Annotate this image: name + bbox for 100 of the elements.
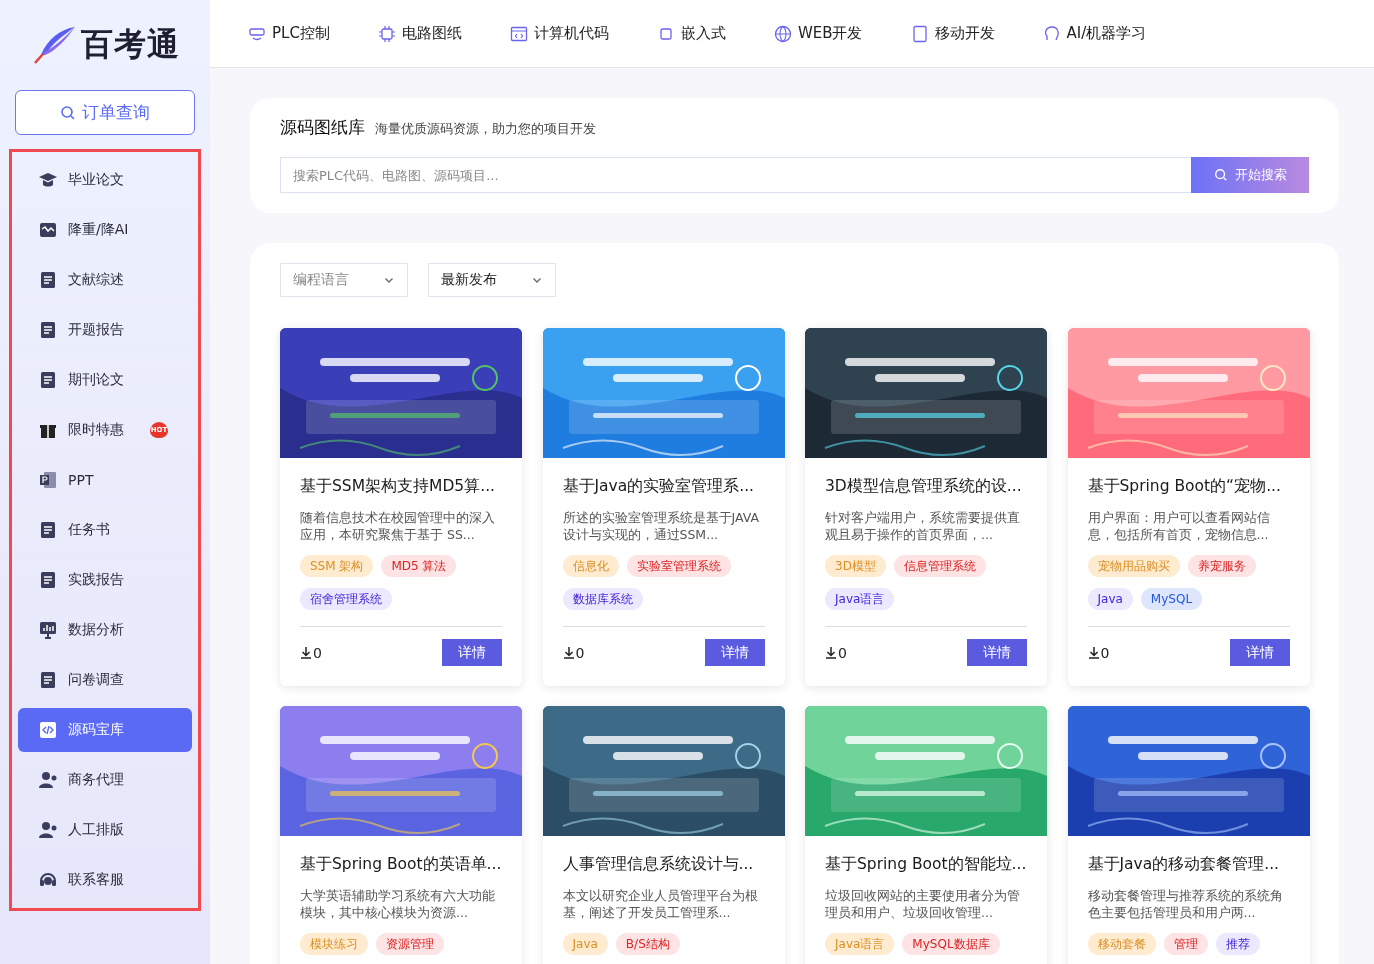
category-icon: [377, 24, 396, 43]
logo-text: 百考通: [80, 24, 180, 65]
card-title: 人事管理信息系统设计与...: [562, 854, 755, 875]
card-description: 随着信息技术在校园管理中的深入应用，本研究聚焦于基于 SS...: [300, 509, 496, 543]
card-title: 基于SSM架构支持MD5算...: [300, 476, 496, 497]
tag: MD5 算法: [381, 555, 457, 577]
category-icon: [509, 24, 528, 43]
download-icon: [300, 646, 312, 659]
tag: MySQL数据库: [902, 933, 1000, 955]
card-description: 移动套餐管理与推荐系统的系统角色主要包括管理员和用户两...: [1087, 887, 1284, 921]
person-icon: [38, 770, 58, 790]
library-subtitle: 海量优质源码资源，助力您的项目开发: [375, 120, 596, 138]
details-button[interactable]: 详情: [1229, 639, 1290, 666]
sidebar-item[interactable]: 商务代理: [18, 758, 192, 802]
download-count: 0: [1100, 644, 1110, 661]
project-card[interactable]: 人事管理信息系统设计与... 本文以研究企业人员管理平台为根基，阐述了开发员工管理系... Java B/S结构: [542, 706, 785, 964]
sidebar-item[interactable]: PPT: [18, 458, 192, 502]
category-icon: [1042, 24, 1061, 43]
card-title: 基于Spring Boot的智能垃...: [825, 854, 1027, 875]
dropdown[interactable]: 最新发布: [428, 263, 556, 297]
top-nav-link[interactable]: 移动开发: [910, 24, 995, 43]
code-icon: [38, 720, 58, 740]
tag: B/S结构: [615, 933, 680, 955]
top-nav-link[interactable]: 计算机代码: [509, 24, 609, 43]
tag: 宿舍管理系统: [300, 588, 392, 610]
sidebar-item[interactable]: 联系客服: [18, 858, 192, 902]
sidebar-item[interactable]: 人工排版: [18, 808, 192, 852]
document-icon: [38, 670, 58, 690]
sidebar-item[interactable]: 数据分析: [18, 608, 192, 652]
dropdown[interactable]: 编程语言: [280, 263, 408, 297]
sidebar-item[interactable]: 问卷调查: [18, 658, 192, 702]
card-description: 用户界面：用户可以查看网站信息，包括所有首页，宠物信息...: [1087, 509, 1271, 543]
category-icon: [773, 24, 792, 43]
slides-icon: [38, 470, 58, 490]
card-description: 针对客户端用户，系统需要提供直观且易于操作的首页界面，...: [825, 509, 1021, 543]
sidebar-item[interactable]: 开题报告: [18, 308, 192, 352]
tag: Java语言: [825, 588, 895, 610]
card-description: 本文以研究企业人员管理平台为根基，阐述了开发员工管理系...: [562, 887, 759, 921]
project-card[interactable]: 基于Spring Boot的“宠物... 用户界面：用户可以查看网站信息，包括所有首页，宠物信息... 宠物用品购买 养宠服务 Java MySQL 0 详情: [1067, 328, 1310, 686]
card-description: 大学英语辅助学习系统有六大功能模块，其中核心模块为资源...: [300, 887, 496, 921]
sidebar-item[interactable]: 文献综述: [18, 258, 192, 302]
search-icon: [60, 104, 76, 121]
order-search-button[interactable]: 订单查询: [15, 90, 195, 135]
top-nav-link[interactable]: 嵌入式: [656, 24, 726, 43]
download-icon: [825, 646, 837, 659]
tag: 宠物用品购买: [1087, 555, 1180, 577]
tag: 信息化: [562, 555, 619, 577]
card-title: 基于Spring Boot的英语单...: [300, 854, 502, 875]
search-icon: [1213, 168, 1228, 182]
download-count: 0: [575, 644, 585, 661]
card-description: 所述的实验室管理系统是基于JAVA设计与实现的，通过SSM...: [562, 509, 761, 543]
category-icon: [910, 24, 929, 43]
tag: Java: [1087, 588, 1133, 610]
card-title: 基于Java的实验室管理系...: [562, 476, 756, 497]
tag: 3D模型: [825, 555, 886, 577]
tag: 信息管理系统: [893, 555, 986, 577]
tag: Java语言: [825, 933, 895, 955]
tag: 实验室管理系统: [626, 555, 731, 577]
details-button[interactable]: 详情: [704, 639, 765, 666]
sidebar-item[interactable]: 毕业论文: [18, 158, 192, 202]
person-icon: [38, 820, 58, 840]
tag: 模块练习: [300, 933, 368, 955]
sidebar-item[interactable]: 降重/降AI: [18, 208, 192, 252]
tag: 推荐: [1215, 933, 1260, 955]
download-icon: [562, 646, 575, 659]
sidebar-item[interactable]: 任务书: [18, 508, 192, 552]
download-icon: [1087, 646, 1100, 659]
download-count: 0: [313, 644, 322, 661]
project-card[interactable]: 基于Spring Boot的智能垃... 垃圾回收网站的主要使用者分为管理员和用户、垃圾回收管理... Java语言 MySQL数据库: [805, 706, 1047, 964]
download-count: 0: [838, 644, 847, 661]
search-field[interactable]: 搜索PLC代码、电路图、源码项目...: [280, 157, 1191, 193]
tag: 养宠服务: [1187, 555, 1256, 577]
project-card[interactable]: 基于SSM架构支持MD5算... 随着信息技术在校园管理中的深入应用，本研究聚焦于基于 SS... SSM 架构 MD5 算法 宿舍管理系统 0 详情: [280, 328, 522, 686]
tag: SSM 架构: [300, 555, 374, 577]
project-card[interactable]: 基于Spring Boot的英语单... 大学英语辅助学习系统有六大功能模块，其中核心模块为资源... 模块练习 资源管理: [280, 706, 522, 964]
tag: 管理: [1163, 933, 1208, 955]
tag: 数据库系统: [562, 588, 643, 610]
sidebar-item[interactable]: 源码宝库: [18, 708, 192, 752]
card-description: 垃圾回收网站的主要使用者分为管理员和用户、垃圾回收管理...: [825, 887, 1021, 921]
top-nav-link[interactable]: AI/机器学习: [1042, 24, 1147, 43]
tag: MySQL: [1140, 588, 1203, 610]
library-title: 源码图纸库: [280, 116, 365, 139]
top-nav-link[interactable]: 电路图纸: [377, 24, 462, 43]
project-card[interactable]: 基于Java的移动套餐管理... 移动套餐管理与推荐系统的系统角色主要包括管理员和用户两... 移动套餐 管理 推荐: [1067, 706, 1310, 964]
project-card[interactable]: 基于Java的实验室管理系... 所述的实验室管理系统是基于JAVA设计与实现的，通过SSM... 信息化 实验室管理系统 数据库系统 0 详情: [542, 328, 785, 686]
sidebar-item[interactable]: 期刊论文: [18, 358, 192, 402]
sidebar-item[interactable]: 实践报告: [18, 558, 192, 602]
project-card[interactable]: 3D模型信息管理系统的设... 针对客户端用户，系统需要提供直观且易于操作的首页界面，... 3D模型 信息管理系统 Java语言 0 详情: [805, 328, 1047, 686]
top-nav-link[interactable]: WEB开发: [773, 24, 863, 43]
tag: Java: [562, 933, 608, 955]
tag: 资源管理: [376, 933, 444, 955]
card-title: 3D模型信息管理系统的设...: [825, 476, 1023, 497]
tag: 移动套餐: [1087, 933, 1156, 955]
document-icon: [38, 570, 58, 590]
top-nav-link[interactable]: PLC控制: [248, 24, 330, 43]
card-title: 基于Java的移动套餐管理...: [1087, 854, 1281, 875]
card-title: 基于Spring Boot的“宠物...: [1087, 476, 1282, 497]
monitor-chart-icon: [38, 620, 58, 640]
details-button[interactable]: 详情: [442, 639, 502, 666]
details-button[interactable]: 详情: [967, 639, 1027, 666]
